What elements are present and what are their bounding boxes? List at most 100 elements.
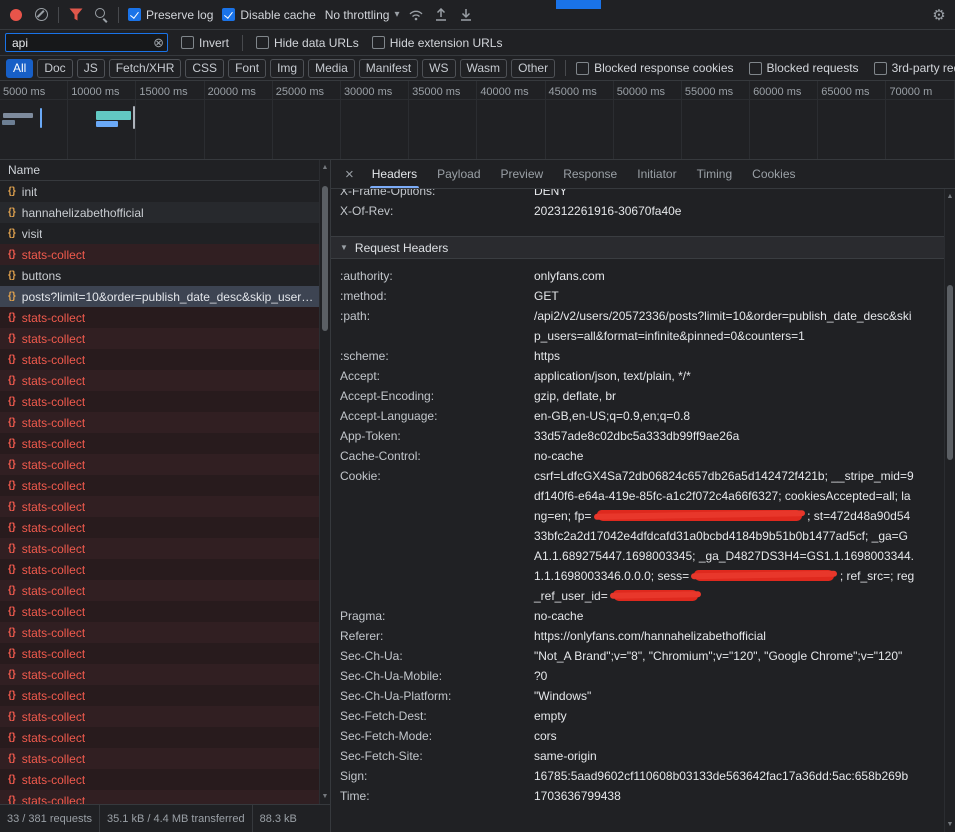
request-row[interactable]: {} stats-collect — [0, 349, 320, 370]
request-row[interactable]: {} visit — [0, 223, 320, 244]
request-row[interactable]: {} stats-collect — [0, 370, 320, 391]
request-row[interactable]: {} stats-collect — [0, 244, 320, 265]
request-row[interactable]: {} stats-collect — [0, 559, 320, 580]
header-row: Accept-Encoding: gzip, deflate, br — [331, 386, 944, 406]
header-name: Sec-Ch-Ua-Platform: — [340, 686, 534, 706]
preserve-log-checkbox[interactable]: Preserve log — [128, 8, 213, 22]
type-filter-pill[interactable]: Media — [308, 59, 355, 78]
request-row[interactable]: {} stats-collect — [0, 433, 320, 454]
request-row[interactable]: {} stats-collect — [0, 706, 320, 727]
timeline-label-divider — [0, 99, 955, 100]
request-row[interactable]: {} buttons — [0, 265, 320, 286]
name-column-header[interactable]: Name — [0, 160, 330, 181]
scrollbar-thumb[interactable] — [947, 285, 953, 460]
type-filter-pill[interactable]: CSS — [185, 59, 224, 78]
timeline-tick-label: 70000 m — [889, 86, 932, 98]
type-filter-pill[interactable]: Font — [228, 59, 266, 78]
details-tab[interactable]: Timing — [687, 160, 743, 188]
invert-checkbox[interactable]: Invert — [181, 36, 229, 50]
request-row[interactable]: {} stats-collect — [0, 685, 320, 706]
type-filter-pill[interactable]: Img — [270, 59, 304, 78]
request-list-scrollbar[interactable]: ▲ ▼ — [319, 160, 330, 804]
request-row[interactable]: {} stats-collect — [0, 643, 320, 664]
scroll-up-icon[interactable]: ▲ — [320, 164, 330, 171]
request-row[interactable]: {} stats-collect — [0, 307, 320, 328]
header-value: en-GB,en-US;q=0.9,en;q=0.8 — [534, 406, 916, 426]
filter-input[interactable] — [5, 33, 168, 52]
request-row[interactable]: {} stats-collect — [0, 538, 320, 559]
request-row[interactable]: {} stats-collect — [0, 748, 320, 769]
settings-button[interactable]: ⚙ — [931, 3, 947, 27]
request-row[interactable]: {} stats-collect — [0, 454, 320, 475]
type-filter-pill[interactable]: Fetch/XHR — [109, 59, 182, 78]
header-name: Accept: — [340, 366, 534, 386]
request-row[interactable]: {} stats-collect — [0, 790, 320, 804]
request-row[interactable]: {} stats-collect — [0, 769, 320, 790]
checkbox-checked-icon — [128, 8, 141, 21]
request-name: stats-collect — [22, 479, 85, 493]
scroll-down-icon[interactable]: ▼ — [945, 821, 955, 828]
request-row[interactable]: {} stats-collect — [0, 391, 320, 412]
timeline-column: 30000 ms — [341, 81, 409, 159]
type-filter-pill[interactable]: Other — [511, 59, 555, 78]
type-filter-pill[interactable]: Doc — [37, 59, 72, 78]
details-tab[interactable]: Initiator — [627, 160, 686, 188]
request-row[interactable]: {} stats-collect — [0, 328, 320, 349]
request-row[interactable]: {} stats-collect — [0, 622, 320, 643]
timeline-tick-label: 15000 ms — [139, 86, 187, 98]
scrollbar-thumb[interactable] — [322, 186, 328, 331]
hide-data-urls-checkbox[interactable]: Hide data URLs — [256, 36, 359, 50]
request-row[interactable]: {} stats-collect — [0, 601, 320, 622]
details-tab[interactable]: Headers — [362, 160, 427, 188]
request-row[interactable]: {} posts?limit=10&order=publish_date_des… — [0, 286, 320, 307]
close-icon[interactable]: × — [337, 166, 362, 183]
request-row[interactable]: {} stats-collect — [0, 412, 320, 433]
export-har-button[interactable] — [458, 3, 474, 27]
record-button[interactable] — [8, 3, 24, 27]
request-row[interactable]: {} stats-collect — [0, 496, 320, 517]
type-filter-pill[interactable]: JS — [77, 59, 105, 78]
disable-cache-checkbox[interactable]: Disable cache — [222, 8, 315, 22]
throttling-select[interactable]: No throttling ▾ — [325, 8, 400, 22]
type-filter-pill[interactable]: All — [6, 59, 33, 78]
clear-filter-icon[interactable]: ⊗ — [153, 35, 164, 50]
request-name: stats-collect — [22, 794, 85, 805]
network-conditions-button[interactable] — [408, 3, 424, 27]
request-headers-section-header[interactable]: ▼ Request Headers — [331, 236, 944, 259]
filter-checkbox[interactable]: Blocked response cookies — [576, 61, 733, 75]
timeline-tick-label: 5000 ms — [3, 86, 45, 98]
header-row: Cache-Control: no-cache — [331, 446, 944, 466]
details-tab[interactable]: Response — [553, 160, 627, 188]
header-value: no-cache — [534, 606, 916, 626]
header-value: same-origin — [534, 746, 916, 766]
filter-checkbox[interactable]: 3rd-party requests — [874, 61, 955, 75]
header-name: :scheme: — [340, 346, 534, 366]
scroll-up-icon[interactable]: ▲ — [945, 193, 955, 200]
request-row[interactable]: {} init — [0, 181, 320, 202]
import-har-button[interactable] — [433, 3, 449, 27]
header-name: Sec-Ch-Ua: — [340, 646, 534, 666]
request-row[interactable]: {} hannahelizabethofficial — [0, 202, 320, 223]
request-row[interactable]: {} stats-collect — [0, 517, 320, 538]
details-tab[interactable]: Preview — [491, 160, 554, 188]
filter-checkbox[interactable]: Blocked requests — [749, 61, 859, 75]
fetch-xhr-icon: {} — [8, 711, 16, 722]
type-filter-pill[interactable]: WS — [422, 59, 455, 78]
hide-extension-urls-checkbox[interactable]: Hide extension URLs — [372, 36, 503, 50]
request-row[interactable]: {} stats-collect — [0, 580, 320, 601]
filter-toggle-button[interactable] — [68, 3, 84, 27]
details-tab[interactable]: Payload — [427, 160, 490, 188]
scroll-down-icon[interactable]: ▼ — [320, 793, 330, 800]
details-tab[interactable]: Cookies — [742, 160, 805, 188]
details-scrollbar[interactable]: ▲ ▼ — [944, 189, 955, 832]
clear-button[interactable] — [33, 3, 49, 27]
timeline-overview[interactable]: 5000 ms 10000 ms 15000 ms 20000 ms 25000… — [0, 81, 955, 160]
type-filter-pill[interactable]: Manifest — [359, 59, 418, 78]
search-button[interactable] — [93, 3, 109, 27]
request-name: stats-collect — [22, 332, 85, 346]
request-name: stats-collect — [22, 689, 85, 703]
request-row[interactable]: {} stats-collect — [0, 664, 320, 685]
request-row[interactable]: {} stats-collect — [0, 727, 320, 748]
request-row[interactable]: {} stats-collect — [0, 475, 320, 496]
type-filter-pill[interactable]: Wasm — [460, 59, 508, 78]
